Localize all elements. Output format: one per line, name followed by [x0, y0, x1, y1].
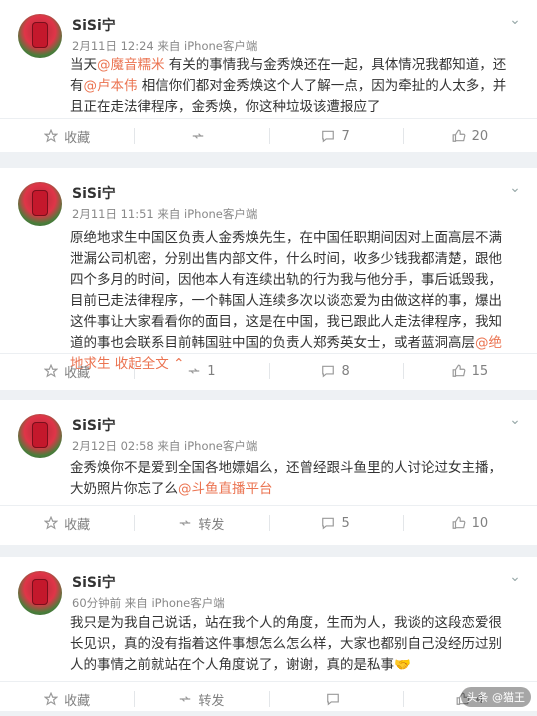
username[interactable]: SiSi宁: [72, 15, 116, 35]
post-meta: 2月12日 02:58 来自 iPhone客户端: [72, 439, 258, 453]
username[interactable]: SiSi宁: [72, 183, 116, 203]
avatar[interactable]: [18, 14, 62, 58]
thumbs-up-icon: [452, 129, 466, 142]
chevron-down-icon[interactable]: ⌄: [507, 412, 523, 428]
comment-icon: [322, 517, 335, 530]
comment-icon: [322, 365, 335, 378]
avatar[interactable]: [18, 414, 62, 458]
mention-link[interactable]: @斗鱼直播平台: [178, 481, 273, 497]
thumbs-up-icon: [452, 516, 466, 529]
avatar[interactable]: [18, 571, 62, 615]
username[interactable]: SiSi宁: [72, 572, 116, 592]
divider: [0, 545, 537, 551]
repost-icon: [193, 133, 204, 139]
collect-button[interactable]: 收藏: [0, 119, 134, 153]
chevron-down-icon[interactable]: ⌄: [507, 180, 523, 196]
chevron-down-icon[interactable]: ⌄: [507, 12, 523, 28]
post-card: SiSi宁 60分钟前 来自 iPhone客户端 ⌄ 我只是为我自己说话，站在我…: [0, 557, 537, 711]
post-text: 当天@魔音糯米 有关的事情我与金秀焕还在一起，具体情况我都知道，还有@卢本伟 相…: [70, 57, 507, 115]
like-button[interactable]: 20: [402, 119, 537, 153]
star-icon: [44, 129, 59, 143]
collect-button[interactable]: 收藏: [0, 506, 134, 540]
repost-button[interactable]: [134, 119, 268, 153]
repost-button[interactable]: 1: [134, 354, 268, 388]
divider: [0, 390, 537, 396]
chevron-down-icon[interactable]: ⌄: [507, 569, 523, 585]
repost-icon: [188, 368, 200, 374]
mention-link[interactable]: @魔音糯米: [97, 57, 165, 73]
star-icon: [44, 516, 59, 530]
like-button[interactable]: 15: [402, 354, 537, 388]
post-meta: 60分钟前 来自 iPhone客户端: [72, 596, 225, 610]
mention-link[interactable]: @卢本伟: [84, 78, 138, 94]
comment-button[interactable]: 5: [268, 506, 403, 540]
post-meta: 2月11日 11:51 来自 iPhone客户端: [72, 207, 258, 221]
action-bar: 收藏 7 20: [0, 118, 537, 153]
comment-icon: [322, 130, 335, 143]
comment-button[interactable]: 7: [268, 119, 403, 153]
post-card: SiSi宁 2月12日 02:58 来自 iPhone客户端 ⌄ 金秀焕你不是爱…: [0, 400, 537, 545]
collect-button[interactable]: 收藏: [0, 354, 134, 388]
repost-icon: [180, 520, 191, 526]
handshake-emoji: 🤝: [394, 657, 411, 673]
star-icon: [44, 364, 59, 378]
like-button[interactable]: 10: [402, 506, 537, 540]
repost-button[interactable]: 转发: [134, 506, 268, 540]
username[interactable]: SiSi宁: [72, 415, 116, 435]
action-bar: 收藏 1 8 15: [0, 353, 537, 388]
thumbs-up-icon: [452, 364, 466, 377]
avatar[interactable]: [18, 182, 62, 226]
action-bar: 收藏 转发 5 10: [0, 505, 537, 540]
comment-icon: [326, 693, 339, 706]
post-card: SiSi宁 2月11日 11:51 来自 iPhone客户端 ⌄ 原绝地求生中国…: [0, 168, 537, 390]
star-icon: [44, 692, 59, 706]
divider: [0, 152, 537, 158]
post-meta: 2月11日 12:24 来自 iPhone客户端: [72, 39, 258, 53]
post-text: 我只是为我自己说话，站在我个人的角度，生而为人，我谈的这段恋爱很长见识，真的没有…: [70, 615, 502, 673]
post-card: SiSi宁 2月11日 12:24 来自 iPhone客户端 ⌄ 当天@魔音糯米…: [0, 0, 537, 152]
comment-button[interactable]: 8: [268, 354, 403, 388]
post-text: 金秀焕你不是爱到全国各地嫖娼么，还曾经跟斗鱼里的人讨论过女主播，大奶照片你忘了么…: [70, 460, 502, 497]
watermark-badge: 头条 @猫王: [460, 687, 531, 707]
repost-icon: [180, 696, 191, 702]
